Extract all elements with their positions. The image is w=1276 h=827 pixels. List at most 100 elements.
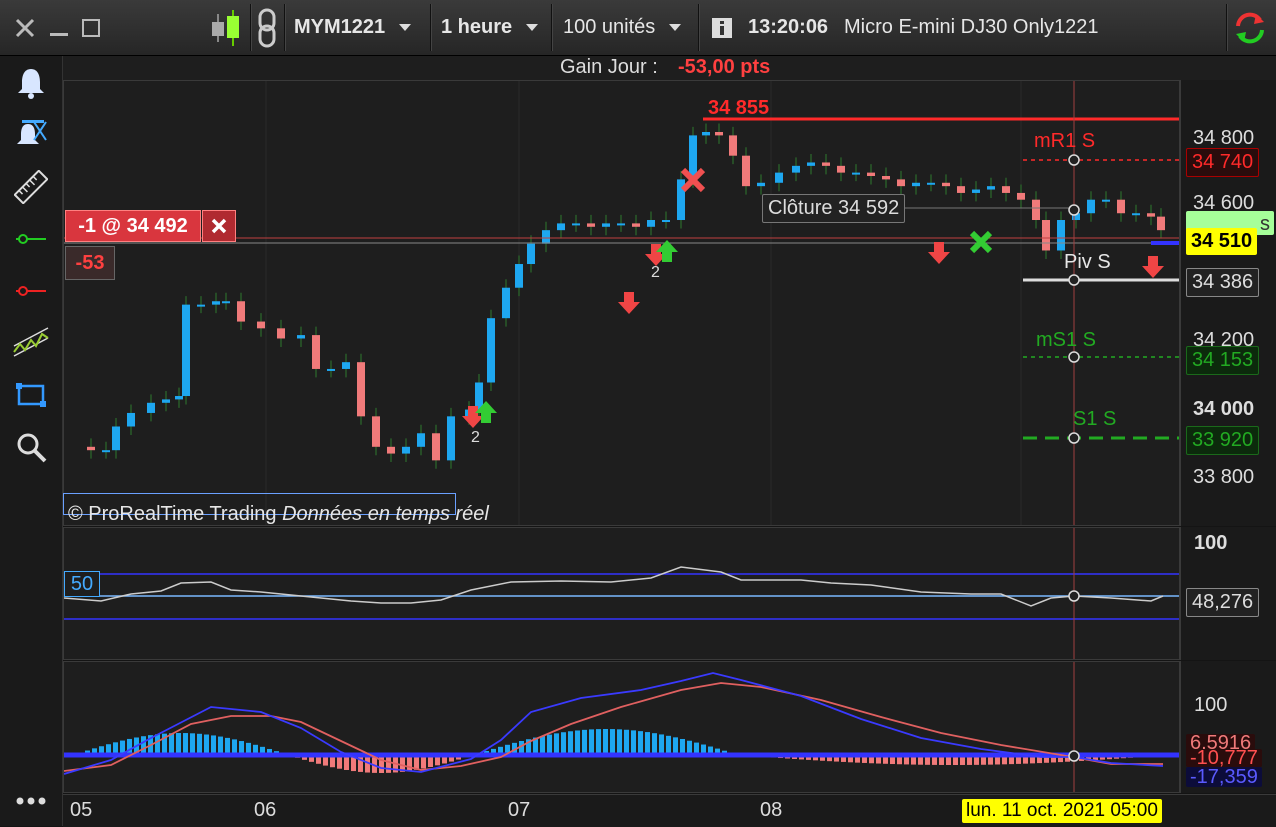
candle-body	[297, 335, 305, 338]
macd-hist-bar	[197, 734, 202, 755]
close-tooltip: Clôture 34 592	[762, 194, 905, 223]
candle-body	[715, 132, 723, 135]
candle-body	[632, 223, 640, 226]
macd-hist-bar	[582, 730, 587, 755]
timeframe-dropdown[interactable]: 1 heure	[441, 0, 538, 55]
candle-body	[557, 223, 565, 230]
candle-body	[147, 403, 155, 413]
more-options-icon[interactable]	[0, 778, 62, 824]
candle-body	[867, 173, 875, 176]
candle-body	[792, 166, 800, 173]
cursor-point	[1069, 591, 1079, 601]
candle-body	[162, 399, 170, 402]
ruler-icon[interactable]	[0, 164, 62, 210]
oscillator-panel[interactable]	[63, 527, 1180, 660]
symbol-label: MYM1221	[294, 16, 385, 39]
macd-hist-bar	[547, 735, 552, 755]
current-price-tag: 34 510	[1186, 228, 1257, 255]
macd-svg[interactable]	[64, 662, 1179, 792]
candle-body	[882, 176, 890, 179]
candle-body	[1057, 220, 1065, 250]
candlestick-style-icon[interactable]	[208, 0, 244, 55]
time-tick: 05	[70, 799, 92, 822]
close-window-icon[interactable]	[14, 0, 36, 55]
exit-cross-icon	[972, 233, 990, 251]
candle-body	[237, 301, 245, 321]
horizontal-line-green-icon[interactable]	[0, 216, 62, 262]
trend-channel-icon[interactable]	[0, 320, 62, 366]
candle-body	[432, 433, 440, 460]
price-chart-svg[interactable]	[64, 81, 1179, 525]
candle-body	[1157, 217, 1165, 231]
candle-body	[942, 183, 950, 186]
gain-header: Gain Jour : -53,00 pts	[63, 56, 1276, 80]
candle-body	[102, 450, 110, 452]
candle-body	[987, 186, 995, 189]
cursor-point	[1069, 205, 1079, 215]
level-label: 50	[71, 573, 93, 596]
zoom-magnifier-icon[interactable]	[0, 424, 62, 470]
alert-bell-icon[interactable]	[0, 60, 62, 106]
axis-tick: 34 000	[1193, 398, 1254, 421]
candle-body	[1117, 200, 1125, 214]
macd-hist-bar	[225, 738, 230, 755]
close-position-button[interactable]	[202, 210, 236, 242]
candle-body	[327, 369, 335, 371]
rectangle-tool-icon[interactable]	[0, 372, 62, 418]
sell-arrow-icon	[618, 292, 640, 314]
side-partial-text: s	[1260, 213, 1270, 235]
info-icon[interactable]	[711, 0, 733, 55]
candle-body	[647, 220, 655, 227]
macd-value-2: -10,777	[1186, 749, 1262, 767]
minimize-window-icon[interactable]	[48, 0, 70, 55]
candle-body	[912, 183, 920, 186]
candle-body	[837, 166, 845, 173]
realtime-text: Données en temps réel	[282, 503, 489, 525]
axis-tick: 34 800	[1193, 127, 1254, 150]
clock-time: 13:20:06	[748, 0, 828, 55]
copyright-text: © ProRealTime Trading	[68, 503, 277, 525]
macd-hist-bar	[659, 734, 664, 755]
candle-body	[729, 135, 737, 155]
units-label: 100 unités	[563, 16, 655, 39]
horizontal-line-red-icon[interactable]	[0, 268, 62, 314]
macd-panel[interactable]	[63, 661, 1180, 793]
oscillator-svg[interactable]	[64, 528, 1179, 659]
sell-arrow-icon	[928, 242, 950, 264]
price-chart-panel[interactable]	[63, 80, 1180, 526]
macd-hist-bar	[631, 730, 636, 755]
delete-alert-icon[interactable]	[0, 112, 62, 158]
candle-body	[689, 135, 697, 179]
candle-body	[897, 179, 905, 186]
piv-price-tag: 34 386	[1186, 268, 1259, 297]
candle-body	[662, 220, 670, 222]
top-toolbar: MYM1221 1 heure 100 unités 13:20:06 Micr…	[0, 0, 1276, 56]
pivot-ms1-label: mS1 S	[1036, 329, 1096, 352]
macd-hist-bar	[673, 737, 678, 755]
candle-body	[182, 305, 190, 396]
symbol-dropdown[interactable]: MYM1221	[294, 0, 411, 55]
position-order-badge[interactable]: -1 @ 34 492	[65, 210, 201, 242]
maximize-window-icon[interactable]	[80, 0, 102, 55]
link-chain-icon[interactable]	[257, 0, 277, 55]
cursor-point	[1069, 751, 1079, 761]
candle-body	[515, 264, 523, 288]
candle-body	[342, 362, 350, 369]
macd-hist-bar	[386, 755, 391, 773]
candle-body	[175, 396, 183, 399]
gain-value: -53,00 pts	[678, 56, 770, 79]
macd-hist-bar	[155, 734, 160, 755]
cursor-point	[1069, 275, 1079, 285]
refresh-icon[interactable]	[1232, 0, 1268, 55]
instrument-name: Micro E-mini DJ30 Only1221	[844, 0, 1099, 55]
macd-hist-bar	[638, 731, 643, 755]
candle-body	[197, 305, 205, 307]
time-tick: 08	[760, 799, 782, 822]
macd-hist-bar	[575, 730, 580, 755]
candle-body	[775, 173, 783, 183]
macd-hist-bar	[358, 755, 363, 772]
close-label: Clôture	[768, 197, 832, 219]
candle-body	[822, 162, 830, 165]
units-dropdown[interactable]: 100 unités	[563, 0, 681, 55]
cursor-point	[1069, 352, 1079, 362]
